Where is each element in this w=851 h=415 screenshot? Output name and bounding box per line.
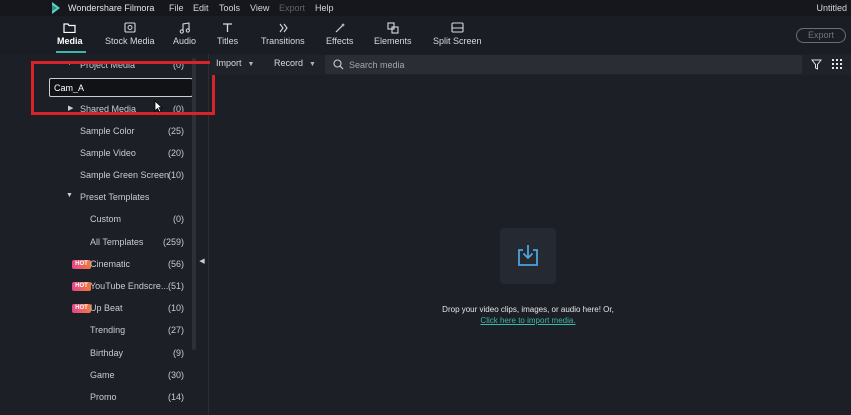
menu-tools[interactable]: Tools [219,3,240,13]
tree-label: Custom [90,214,122,224]
tree-count: (9) [173,348,184,358]
tree-count: (259) [162,237,184,247]
tree-count: (27) [167,325,184,335]
tree-label: All Templates [90,237,144,247]
tab-stock-media-label: Stock Media [105,36,155,46]
tab-transitions[interactable]: Transitions [261,20,305,46]
folder-icon [63,20,76,35]
music-note-icon [179,20,190,35]
drop-instructions: Drop your video clips, images, or audio … [442,305,614,314]
tab-effects[interactable]: Effects [326,20,353,46]
tree-label: Sample Video [80,148,136,158]
tree-item[interactable]: Promo (14) [60,391,190,405]
tree-label: Sample Green Screen [80,170,170,180]
tab-effects-label: Effects [326,36,354,46]
hot-badge: HOT [72,304,91,313]
tree-count: (0) [173,214,184,224]
tree-item[interactable]: Birthday (9) [60,347,190,361]
filter-icon[interactable] [811,59,822,70]
tab-elements-label: Elements [374,36,412,46]
transitions-icon [277,20,289,35]
mouse-cursor-icon [154,100,163,113]
menu-export[interactable]: Export [279,3,305,13]
tab-transitions-label: Transitions [261,36,305,46]
filmora-logo-icon [52,2,60,14]
tree-item[interactable]: Sample Video (20) [60,147,190,161]
text-icon [222,20,233,35]
tab-split-screen-label: Split Screen [433,36,482,46]
search-input[interactable] [349,58,749,71]
chevron-down-icon: ▼ [309,61,316,68]
menu-bar: Wondershare Filmora File Edit Tools View… [0,0,851,16]
hot-badge: HOT [72,260,91,269]
tree-label: Preset Templates [80,192,150,202]
collapse-panel-icon[interactable]: ◀ [197,250,207,272]
magic-wand-icon [334,20,346,35]
export-button[interactable]: Export [796,28,846,43]
app-name: Wondershare Filmora [68,3,155,13]
tree-item-hot[interactable]: HOT Up Beat (10) [60,302,190,316]
tree-item[interactable]: Game (30) [60,369,190,383]
tree-item[interactable]: Trending (27) [60,324,190,338]
chevron-down-icon: ▼ [247,61,255,68]
menu-file[interactable]: File [169,3,184,13]
caret-down-icon[interactable]: ▼ [66,192,73,199]
tab-elements[interactable]: Elements [374,20,412,46]
tree-label: Up Beat [90,303,123,313]
tab-titles-label: Titles [217,36,239,46]
tree-item[interactable]: All Templates (259) [60,236,190,250]
tab-audio-label: Audio [173,36,197,46]
tab-titles[interactable]: Titles [217,20,238,46]
search-icon [333,59,344,70]
tree-count: (25) [167,126,184,136]
elements-icon [387,20,399,35]
import-media-link[interactable]: Click here to import media. [380,316,676,325]
tab-stock-media[interactable]: Stock Media [105,20,155,46]
search-box[interactable] [325,55,802,74]
tree-label: Promo [90,392,117,402]
import-dropdown[interactable]: Import ▼ [216,58,254,72]
import-drop-tile[interactable] [500,228,556,284]
tree-label: Cinematic [90,259,131,269]
grid-view-icon[interactable] [832,59,843,70]
tree-label: Birthday [90,348,124,358]
tree-count: (20) [167,148,184,158]
tree-count: (10) [167,170,184,180]
tree-count: (14) [167,392,184,402]
document-title: Untitled [816,3,847,13]
main-toolbar: Media Stock Media Audio Titles Transitio… [0,16,851,54]
tab-media-label: Media [57,36,83,46]
hot-badge: HOT [72,282,91,291]
active-tab-indicator [56,51,86,53]
tree-label: YouTube Endscre... [90,281,169,291]
tree-item-hot[interactable]: HOT Cinematic (56) [60,258,190,272]
tab-audio[interactable]: Audio [173,20,196,46]
tree-label: Game [90,370,115,380]
tab-split-screen[interactable]: Split Screen [433,20,482,46]
menu-view[interactable]: View [250,3,269,13]
tree-count: (10) [167,303,184,313]
stock-media-icon [124,20,136,35]
import-label: Import [216,58,242,68]
menu-help[interactable]: Help [315,3,334,13]
import-download-icon [518,245,538,266]
tree-count: (30) [167,370,184,380]
tree-count: (51) [167,281,184,291]
tree-label: Trending [90,325,126,335]
tree-label: Sample Color [80,126,135,136]
tree-item[interactable]: Custom (0) [60,213,190,227]
highlight-annotation [31,61,215,115]
record-label: Record [274,58,304,68]
tree-item-hot[interactable]: HOT YouTube Endscre... (51) [60,280,190,294]
split-screen-icon [451,20,464,35]
tree-count: (56) [167,259,184,269]
tree-item[interactable]: Sample Green Screen (10) [60,169,190,183]
tab-media[interactable]: Media [57,20,83,46]
menu-edit[interactable]: Edit [193,3,209,13]
record-dropdown[interactable]: Record ▼ [274,58,316,72]
tree-item[interactable]: Sample Color (25) [60,125,190,139]
tree-preset-templates[interactable]: ▼ Preset Templates [60,191,190,205]
